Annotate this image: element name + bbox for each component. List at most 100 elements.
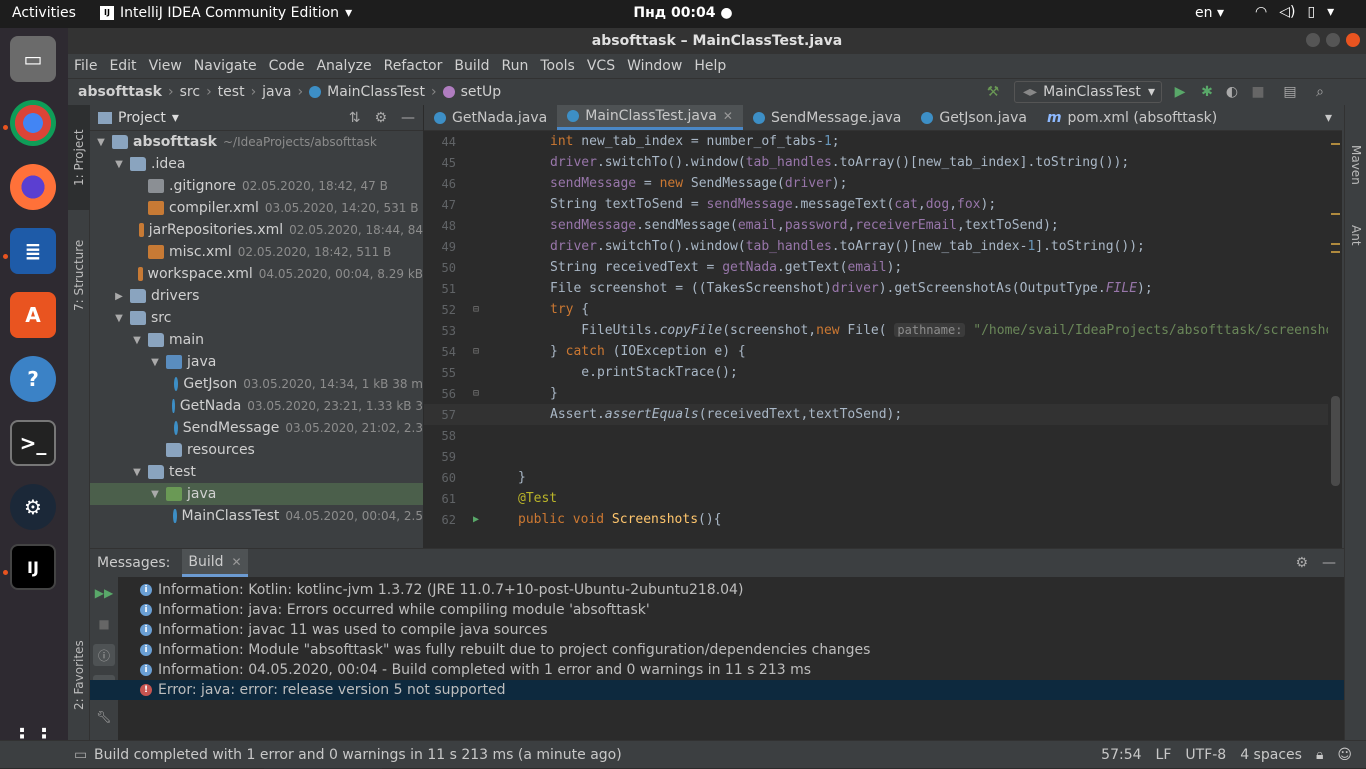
code-area[interactable]: 44 int new_tab_index = number_of_tabs-1; 4… [424, 131, 1342, 548]
language-indicator[interactable]: en ▾ [1195, 5, 1224, 21]
tree-item[interactable]: ▼ .idea [90, 153, 423, 175]
code-line[interactable]: 44 int new_tab_index = number_of_tabs-1; [424, 131, 1342, 152]
tree-item[interactable]: GetNada 03.05.2020, 23:21, 1.33 kB 3 [90, 395, 423, 417]
tree-item[interactable]: ▼ java [90, 351, 423, 373]
chrome-icon[interactable] [10, 100, 56, 146]
editor-tab[interactable]: GetNada.java [424, 105, 557, 130]
hide-icon[interactable]: — [1322, 555, 1336, 571]
expand-arrow-icon[interactable]: ▼ [130, 335, 144, 346]
run-icon[interactable]: ▶ [1171, 83, 1189, 101]
breadcrumb-java[interactable]: java [262, 84, 291, 100]
menu-tools[interactable]: Tools [540, 58, 575, 74]
tree-item[interactable]: workspace.xml 04.05.2020, 00:04, 8.29 kB [90, 263, 423, 285]
tree-item[interactable]: ▼ absofttask ~/IdeaProjects/absofttask [90, 131, 423, 153]
menu-code[interactable]: Code [269, 58, 305, 74]
tree-item[interactable]: resources [90, 439, 423, 461]
close-tab-icon[interactable]: ✕ [723, 109, 733, 123]
code-line[interactable]: 59 [424, 446, 1342, 467]
warning-marker[interactable] [1331, 243, 1340, 245]
error-message[interactable]: ! Error: java: error: release version 5 n… [90, 680, 1344, 700]
info-message[interactable]: i Information: javac 11 was used to compi… [90, 620, 1344, 640]
intellij-dock-icon[interactable]: IJ [10, 544, 56, 590]
fold-gutter[interactable]: ⊟ [464, 346, 488, 357]
code-line[interactable]: 46 sendMessage = new SendMessage(driver); [424, 173, 1342, 194]
menu-run[interactable]: Run [502, 58, 529, 74]
file-encoding[interactable]: UTF-8 [1185, 747, 1226, 763]
files-icon[interactable]: ▭ [10, 36, 56, 82]
expand-arrow-icon[interactable]: ▼ [94, 137, 108, 148]
maximize-button[interactable] [1326, 33, 1340, 47]
tab-favorites[interactable]: 2: Favorites [68, 625, 90, 725]
tree-item[interactable]: ▼ test [90, 461, 423, 483]
code-line[interactable]: 45 driver.switchTo().window(tab_handles.t… [424, 152, 1342, 173]
code-line[interactable]: 54 ⊟} catch (IOException e) { [424, 341, 1342, 362]
expand-arrow-icon[interactable]: ▼ [148, 357, 162, 368]
tabs-overflow-icon[interactable]: ▾ [1315, 105, 1342, 130]
menu-edit[interactable]: Edit [109, 58, 136, 74]
fold-gutter[interactable]: ⊟ [464, 388, 488, 399]
firefox-icon[interactable] [10, 164, 56, 210]
code-line[interactable]: 53 FileUtils.copyFile(screenshot,new Fil… [424, 320, 1342, 341]
caret-position[interactable]: 57:54 [1101, 747, 1141, 763]
menu-navigate[interactable]: Navigate [194, 58, 257, 74]
expand-arrow-icon[interactable]: ▼ [148, 489, 162, 500]
window-titlebar[interactable]: absofttask – MainClassTest.java [68, 28, 1366, 54]
search-everywhere-icon[interactable]: ⌕ [1311, 83, 1329, 101]
menu-file[interactable]: File [74, 58, 97, 74]
warning-marker[interactable] [1331, 143, 1340, 145]
tree-item[interactable]: compiler.xml 03.05.2020, 14:20, 531 B [90, 197, 423, 219]
breadcrumb-method[interactable]: setUp [461, 84, 502, 100]
breadcrumb-test[interactable]: test [218, 84, 245, 100]
debug-icon[interactable]: ✱ [1198, 83, 1216, 101]
code-line[interactable]: 52 ⊟ try { [424, 299, 1342, 320]
libreoffice-writer-icon[interactable]: ≣ [10, 228, 56, 274]
expand-arrow-icon[interactable]: ▼ [112, 159, 126, 170]
code-line[interactable]: 48 sendMessage.sendMessage(email,password… [424, 215, 1342, 236]
project-structure-icon[interactable]: ▤ [1281, 83, 1299, 101]
code-line[interactable]: 47 String textToSend = sendMessage.messag… [424, 194, 1342, 215]
menu-refactor[interactable]: Refactor [384, 58, 443, 74]
code-line[interactable]: 51 File screenshot = ((TakesScreenshot)dr… [424, 278, 1342, 299]
stop-icon[interactable]: ■ [1249, 83, 1267, 101]
warning-marker[interactable] [1331, 251, 1340, 253]
activities-button[interactable]: Activities [12, 5, 76, 21]
info-message[interactable]: i Information: java: Errors occurred whil… [90, 600, 1344, 620]
tree-item[interactable]: jarRepositories.xml 02.05.2020, 18:44, 84 [90, 219, 423, 241]
tree-item[interactable]: ▼ main [90, 329, 423, 351]
tree-item[interactable]: .gitignore 02.05.2020, 18:42, 47 B [90, 175, 423, 197]
code-line[interactable]: 56 ⊟} [424, 383, 1342, 404]
steam-icon[interactable]: ⚙ [10, 484, 56, 530]
gear-icon[interactable]: ⚙ [374, 110, 387, 126]
menu-analyze[interactable]: Analyze [316, 58, 371, 74]
collapse-arrow-icon[interactable]: ▶ [112, 291, 126, 302]
terminal-icon[interactable]: >_ [10, 420, 56, 466]
tree-item[interactable]: GetJson 03.05.2020, 14:34, 1 kB 38 m [90, 373, 423, 395]
code-line[interactable]: 49 driver.switchTo().window(tab_handles.t… [424, 236, 1342, 257]
menu-vcs[interactable]: VCS [587, 58, 615, 74]
expand-arrow-icon[interactable]: ▼ [112, 313, 126, 324]
info-message[interactable]: i Information: 04.05.2020, 00:04 - Build … [90, 660, 1344, 680]
tab-build[interactable]: Build ✕ [182, 549, 248, 577]
tree-item[interactable]: ▼ src [90, 307, 423, 329]
toggle-tool-windows-icon[interactable]: ▭ [74, 747, 87, 763]
editor-tab[interactable]: m pom.xml (absofttask) [1037, 105, 1227, 130]
close-button[interactable] [1346, 33, 1360, 47]
code-line[interactable]: 58 [424, 425, 1342, 446]
lock-icon[interactable]: 🔒︎ [1316, 747, 1323, 763]
tree-item[interactable]: misc.xml 02.05.2020, 18:42, 511 B [90, 241, 423, 263]
tab-structure[interactable]: 7: Structure [68, 225, 90, 325]
code-line[interactable]: 57 Assert.assertEquals(receivedText,textT… [424, 404, 1342, 425]
editor-tab[interactable]: GetJson.java [911, 105, 1037, 130]
run-configuration-select[interactable]: ◂▸ MainClassTest ▾ [1014, 81, 1162, 103]
collapse-all-icon[interactable]: ⇅ [349, 110, 361, 126]
scrollbar-thumb[interactable] [1331, 396, 1340, 486]
coverage-icon[interactable]: ◐ [1223, 83, 1241, 101]
line-separator[interactable]: LF [1156, 747, 1172, 763]
expand-arrow-icon[interactable]: ▼ [130, 467, 144, 478]
settings-wrench-icon[interactable]: 🔧︎ [93, 706, 115, 728]
tree-item[interactable]: MainClassTest 04.05.2020, 00:04, 2.5 [90, 505, 423, 527]
minimize-button[interactable] [1306, 33, 1320, 47]
system-tray[interactable]: ◠ ◁) ▯ ▾ [1255, 4, 1334, 20]
fold-gutter[interactable]: ⊟ [464, 304, 488, 315]
code-line[interactable]: 61 @Test [424, 488, 1342, 509]
